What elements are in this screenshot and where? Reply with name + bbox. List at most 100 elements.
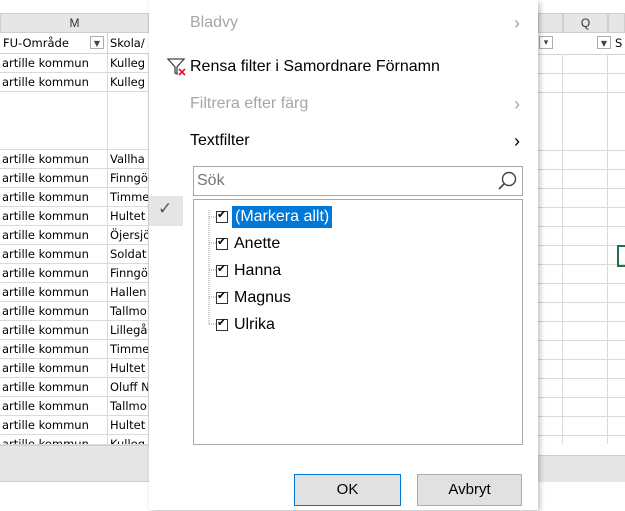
table-cell[interactable]: artille kommun: [0, 245, 108, 264]
grid-line: [607, 54, 608, 444]
table-cell[interactable]: Hallen: [108, 283, 149, 302]
table-cell[interactable]: Öjersjö: [108, 226, 149, 245]
menu-item-textfilter[interactable]: Textfilter ›: [190, 126, 520, 156]
grid-line: [537, 226, 625, 227]
grid-line: [537, 340, 625, 341]
table-cell[interactable]: artille kommun: [0, 302, 108, 321]
filter-dropdown-button[interactable]: ▼: [90, 36, 104, 49]
table-cell[interactable]: Timme: [108, 188, 149, 207]
table-cell[interactable]: artille kommun: [0, 226, 108, 245]
table-cell[interactable]: Timme: [108, 340, 149, 359]
table-cell[interactable]: artille kommun: [0, 207, 108, 226]
list-item-hanna[interactable]: Hanna: [216, 260, 366, 284]
value-list: (Markera allt) Anette Hanna Magnus Ulrik…: [193, 199, 523, 445]
menu-item-filter-by-color-label: Filtrera efter färg: [190, 95, 309, 112]
filter-dropdown-button-q[interactable]: ▼: [597, 36, 611, 49]
table-cell[interactable]: Hultet: [108, 207, 149, 226]
grid-line: [537, 150, 625, 151]
list-item-label: Magnus: [234, 289, 291, 306]
table-cell[interactable]: artille kommun: [0, 340, 108, 359]
grid-line: [537, 359, 625, 360]
table-cell[interactable]: [108, 92, 149, 150]
list-item-label: Ulrika: [234, 316, 275, 333]
menu-item-bladvy[interactable]: Bladvy ›: [190, 8, 520, 38]
grid-line: [537, 321, 625, 322]
list-item-label: Anette: [234, 235, 281, 252]
filter-active-button[interactable]: ▾: [539, 36, 553, 49]
table-cell[interactable]: Kulleg: [108, 73, 149, 92]
checkbox[interactable]: [216, 235, 228, 250]
table-cell[interactable]: artille kommun: [0, 73, 108, 92]
table-cell[interactable]: Hultet: [108, 416, 149, 435]
table-cell[interactable]: artille kommun: [0, 359, 108, 378]
checkbox[interactable]: [216, 316, 228, 331]
column-header-q[interactable]: Q: [563, 13, 608, 33]
search-box[interactable]: [193, 166, 523, 196]
table-cell[interactable]: artille kommun: [0, 150, 108, 169]
header-samordnare: ▾: [538, 33, 563, 55]
checkbox[interactable]: [216, 289, 228, 304]
grid-line: [562, 54, 563, 444]
column-header-r[interactable]: [608, 13, 625, 33]
table-cell[interactable]: Kulleg: [108, 435, 149, 445]
table-cell[interactable]: artille kommun: [0, 54, 108, 73]
sheet-tab-bar: [0, 445, 149, 482]
ok-button[interactable]: OK: [294, 474, 401, 506]
grid-line: [537, 302, 625, 303]
column-header-p[interactable]: [538, 13, 563, 33]
table-cell[interactable]: artille kommun: [0, 416, 108, 435]
table-cell[interactable]: artille kommun: [0, 283, 108, 302]
cancel-button[interactable]: Avbryt: [417, 474, 522, 506]
header-fu-omrade-label: FU-Område: [3, 36, 69, 50]
table-cell[interactable]: artille kommun: [0, 397, 108, 416]
table-cell[interactable]: Tallmo: [108, 397, 149, 416]
list-item-ulrika[interactable]: Ulrika: [216, 314, 366, 338]
list-item-anette[interactable]: Anette: [216, 233, 366, 257]
menu-item-clear-filter-label: Rensa filter i Samordnare Förnamn: [190, 58, 440, 75]
table-cell[interactable]: artille kommun: [0, 264, 108, 283]
header-fu-omrade: FU-Område ▼: [0, 33, 108, 54]
grid-line: [537, 207, 625, 208]
table-cell[interactable]: Lillegå: [108, 321, 149, 340]
search-input[interactable]: [194, 167, 469, 195]
table-cell[interactable]: Finngö: [108, 169, 149, 188]
header-skola-label: Skola/: [110, 36, 145, 50]
table-cell[interactable]: Oluff N: [108, 378, 149, 397]
list-item-magnus[interactable]: Magnus: [216, 287, 366, 311]
chevron-right-icon: ›: [514, 13, 520, 33]
menu-item-filter-by-color[interactable]: Filtrera efter färg ›: [190, 89, 520, 119]
grid-line: [537, 188, 625, 189]
table-cell[interactable]: artille kommun: [0, 188, 108, 207]
grid-line: [537, 245, 625, 246]
table-cell[interactable]: artille kommun: [0, 321, 108, 340]
table-cell[interactable]: artille kommun: [0, 435, 108, 445]
table-cell[interactable]: Soldat: [108, 245, 149, 264]
search-icon[interactable]: [496, 170, 518, 192]
checkbox[interactable]: [216, 208, 228, 223]
table-cell[interactable]: Hultet: [108, 359, 149, 378]
checkbox[interactable]: [216, 262, 228, 277]
status-area: [0, 481, 149, 511]
grid-line: [537, 264, 625, 265]
table-cell[interactable]: [0, 92, 108, 150]
grid-line: [537, 283, 625, 284]
grid-line: [537, 169, 625, 170]
chevron-right-icon: ›: [514, 131, 520, 151]
list-item-select-all[interactable]: (Markera allt): [216, 206, 366, 230]
chevron-right-icon: ›: [514, 94, 520, 114]
grid-line: [537, 435, 625, 436]
menu-item-clear-filter[interactable]: Rensa filter i Samordnare Förnamn: [190, 52, 520, 82]
header-q-partial: S: [615, 36, 623, 50]
checkmark-icon: ✓: [158, 199, 173, 218]
column-header-m[interactable]: M: [0, 13, 149, 33]
grid-line: [537, 416, 625, 417]
selected-cell[interactable]: [617, 245, 625, 267]
check-gutter: ✓: [149, 196, 183, 226]
table-cell[interactable]: Vallha: [108, 150, 149, 169]
grid-line: [537, 397, 625, 398]
table-cell[interactable]: artille kommun: [0, 378, 108, 397]
table-cell[interactable]: Finngö: [108, 264, 149, 283]
table-cell[interactable]: Tallmo: [108, 302, 149, 321]
table-cell[interactable]: artille kommun: [0, 169, 108, 188]
table-cell[interactable]: Kulleg: [108, 54, 149, 73]
